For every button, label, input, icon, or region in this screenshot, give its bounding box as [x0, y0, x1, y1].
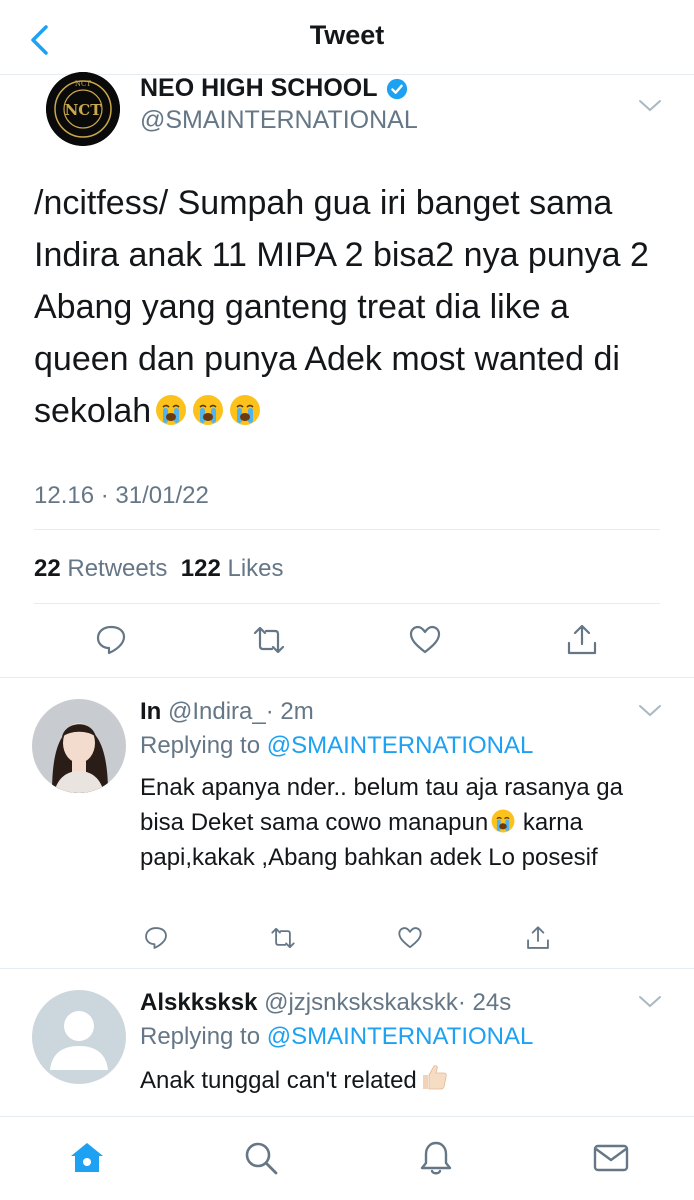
tweet-text: /ncitfess/ Sumpah gua iri banget sama In…: [34, 184, 649, 430]
reply-icon[interactable]: [94, 623, 128, 657]
divider: [34, 529, 660, 530]
school-logo-avatar[interactable]: NCT NCT: [46, 72, 120, 146]
top-nav-bar: Tweet: [0, 0, 694, 75]
notifications-icon[interactable]: [417, 1139, 455, 1177]
reply-icon[interactable]: [143, 925, 169, 951]
author-name[interactable]: NEO HIGH SCHOOL: [140, 74, 378, 103]
search-icon[interactable]: [242, 1139, 280, 1177]
likes-count[interactable]: 122: [181, 555, 221, 582]
svg-text:NCT: NCT: [75, 80, 91, 88]
retweets-count[interactable]: 22: [34, 555, 61, 582]
crying-emoji: [154, 390, 188, 425]
chevron-down-icon[interactable]: [638, 995, 662, 1009]
crying-emoji: [191, 390, 225, 425]
reply-text: Anak tunggal can't related: [140, 1062, 660, 1098]
default-avatar[interactable]: [32, 990, 126, 1084]
author-handle[interactable]: @jzjsnkskskakskk: [264, 989, 458, 1016]
verified-badge-icon: [386, 78, 407, 99]
crying-emoji: [490, 808, 516, 834]
author-handle[interactable]: @Indira_: [168, 698, 266, 725]
home-icon[interactable]: [68, 1139, 106, 1177]
author-name[interactable]: Alskksksk: [140, 989, 257, 1016]
retweet-icon[interactable]: [252, 623, 286, 657]
author-name[interactable]: In: [140, 698, 161, 725]
replying-to: Replying to @SMAINTERNATIONAL: [140, 1023, 534, 1050]
avatar[interactable]: [32, 699, 126, 793]
tweet-timestamp: 12.16 · 31/01/22: [34, 482, 209, 509]
reply-time: · 2m: [265, 698, 314, 725]
reply-header: Alskksksk @jzjsnkskskakskk· 24s: [140, 989, 511, 1017]
share-icon[interactable]: [565, 623, 599, 657]
replying-to: Replying to @SMAINTERNATIONAL: [140, 732, 534, 759]
retweets-label[interactable]: Retweets: [67, 555, 167, 582]
divider: [34, 603, 660, 604]
share-icon[interactable]: [525, 925, 551, 951]
reply-tweet: In @Indira_· 2m Replying to @SMAINTERNAT…: [0, 678, 694, 968]
svg-text:NCT: NCT: [65, 101, 103, 119]
reply-time: · 24s: [457, 989, 512, 1016]
reply-text: Enak apanya nder.. belum tau aja rasanya…: [140, 774, 623, 871]
like-icon[interactable]: [397, 925, 423, 951]
thumbs-up-emoji: [419, 1062, 449, 1092]
chevron-down-icon[interactable]: [638, 99, 662, 113]
main-tweet: NCT NCT NEO HIGH SCHOOL @SMAINTERNATIONA…: [0, 72, 694, 675]
replying-to-link[interactable]: @SMAINTERNATIONAL: [267, 732, 534, 759]
page-title: Tweet: [309, 20, 385, 50]
likes-label[interactable]: Likes: [227, 555, 283, 582]
chevron-down-icon[interactable]: [638, 704, 662, 718]
author-handle[interactable]: @SMAINTERNATIONAL: [140, 106, 418, 135]
crying-emoji: [228, 390, 262, 425]
reply-tweet: Alskksksk @jzjsnkskskakskk· 24s Replying…: [0, 969, 694, 1116]
retweet-icon[interactable]: [270, 925, 296, 951]
replying-to-link[interactable]: @SMAINTERNATIONAL: [267, 1023, 534, 1050]
reply-header: In @Indira_· 2m: [140, 698, 314, 726]
like-icon[interactable]: [408, 623, 442, 657]
messages-icon[interactable]: [592, 1139, 630, 1177]
tweet-stats: 22 Retweets 122 Likes: [34, 555, 284, 583]
nct-logo-icon: NCT NCT: [46, 72, 120, 146]
bottom-tab-bar: [0, 1116, 694, 1200]
